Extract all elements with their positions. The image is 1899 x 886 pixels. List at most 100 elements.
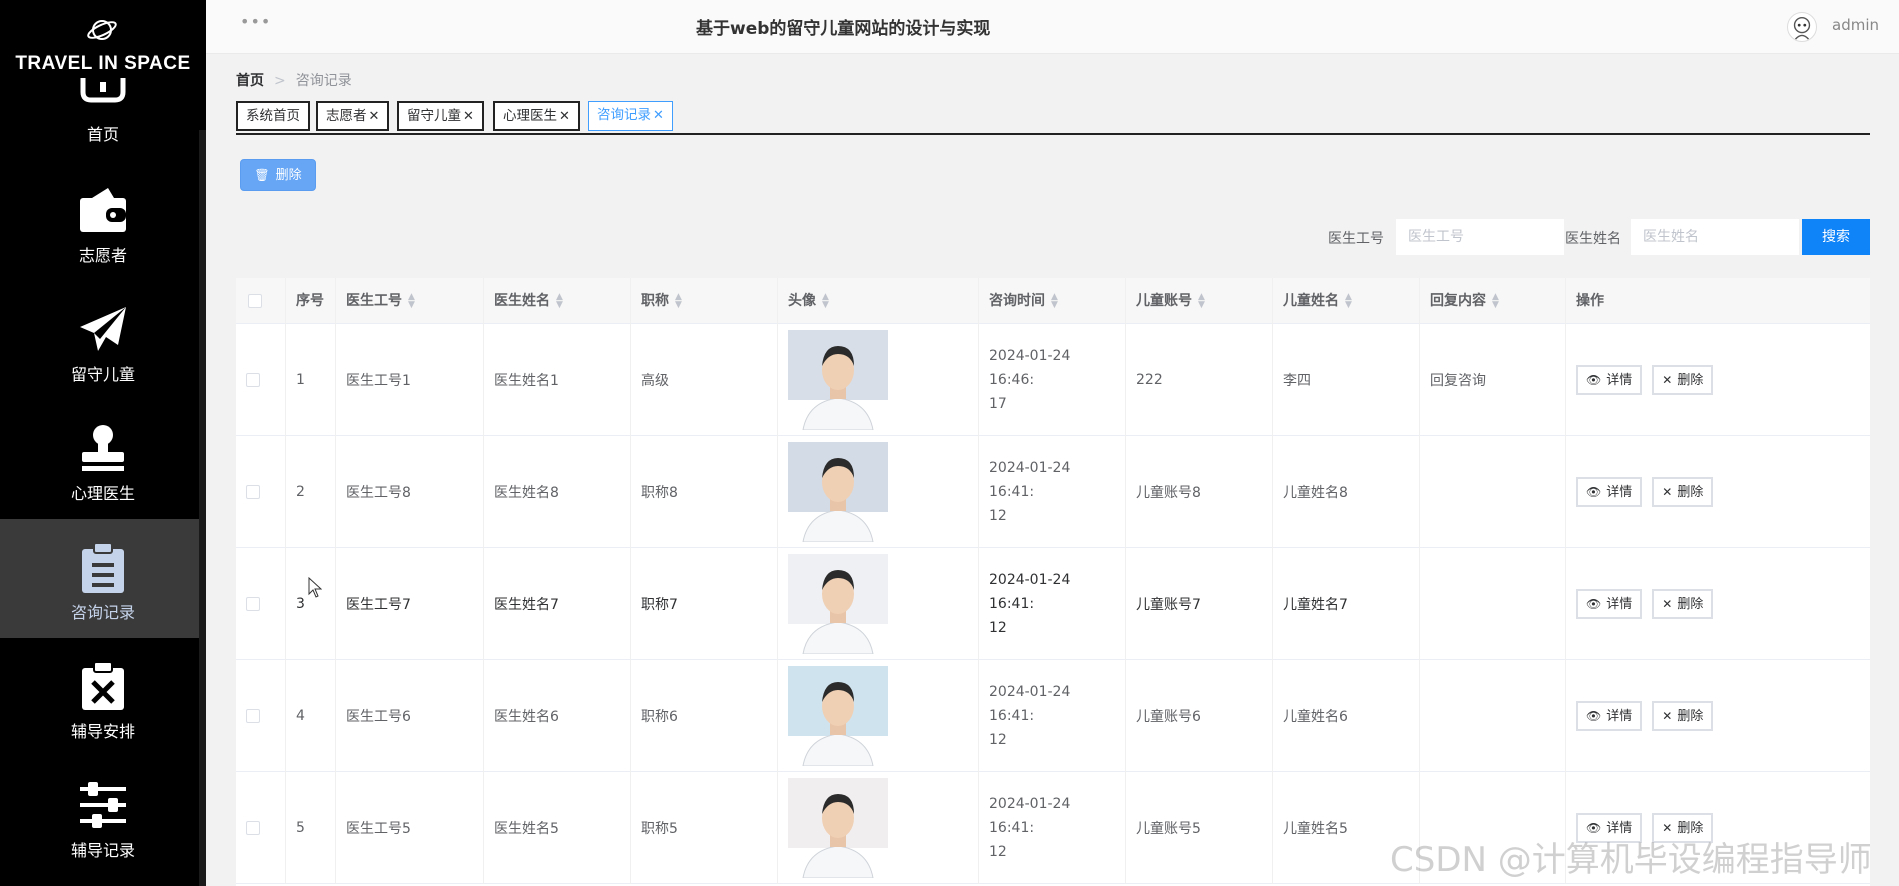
- select-all-checkbox[interactable]: [236, 278, 286, 324]
- cell-reply: [1420, 660, 1566, 772]
- username[interactable]: admin: [1832, 16, 1879, 34]
- sidebar-item-tutor-schedule[interactable]: 辅导安排: [0, 654, 206, 773]
- doctor-id-label: 医生工号: [1328, 231, 1384, 247]
- detail-button[interactable]: 👁 详情: [1576, 477, 1643, 507]
- close-icon[interactable]: ✕: [559, 109, 570, 124]
- tab-label: 志愿者: [326, 108, 367, 124]
- cell-doctor-name: 医生姓名8: [484, 436, 631, 548]
- batch-delete-button[interactable]: 🗑 删除: [240, 159, 316, 191]
- tab-doctor[interactable]: 心理医生 ✕: [493, 101, 580, 131]
- column-header-avatar[interactable]: 头像 ▲ ▼: [778, 278, 979, 324]
- delete-label: 删除: [275, 168, 302, 183]
- checkbox[interactable]: [246, 485, 260, 499]
- tab-bar: 系统首页 志愿者 ✕ 留守儿童 ✕ 心理医生 ✕ 咨询记录 ✕: [236, 101, 1870, 135]
- column-header-child-account[interactable]: 儿童账号 ▲ ▼: [1126, 278, 1273, 324]
- delete-button[interactable]: ✕ 删除: [1652, 477, 1714, 507]
- column-header-doctor-id[interactable]: 医生工号 ▲ ▼: [336, 278, 484, 324]
- sidebar-item-label: 辅导记录: [70, 841, 135, 860]
- checkbox[interactable]: [246, 821, 260, 835]
- column-header-consult-time[interactable]: 咨询时间 ▲ ▼: [979, 278, 1126, 324]
- clipboard-x-icon: [82, 662, 124, 710]
- doctor-name-input[interactable]: [1631, 219, 1799, 255]
- sort-icon[interactable]: ▲ ▼: [556, 293, 563, 310]
- eye-icon: 👁: [1586, 709, 1602, 723]
- trash-icon: 🗑: [254, 168, 270, 182]
- breadcrumb-home[interactable]: 首页: [236, 73, 264, 89]
- clipboard-icon: [82, 543, 124, 593]
- cell-doctor-id: 医生工号6: [336, 660, 484, 772]
- sidebar-item-home[interactable]: 首页: [0, 72, 206, 191]
- sidebar-scrollbar[interactable]: [199, 130, 206, 886]
- checkbox[interactable]: [246, 373, 260, 387]
- tab-children[interactable]: 留守儿童 ✕: [397, 101, 484, 131]
- sort-icon[interactable]: ▲ ▼: [1492, 293, 1499, 310]
- row-checkbox[interactable]: [236, 324, 286, 436]
- doctor-name-label: 医生姓名: [1565, 231, 1621, 247]
- sort-icon[interactable]: ▲ ▼: [408, 293, 415, 310]
- more-icon[interactable]: •••: [240, 12, 271, 31]
- checkbox[interactable]: [246, 709, 260, 723]
- cell-title: 职称7: [631, 548, 778, 660]
- doctor-photo: [788, 330, 888, 430]
- cell-doctor-name: 医生姓名7: [484, 548, 631, 660]
- cell-child-name: 儿童姓名8: [1273, 436, 1420, 548]
- cell-actions: 👁 详情 ✕ 删除: [1566, 436, 1870, 548]
- cell-actions: 👁 详情 ✕ 删除: [1566, 660, 1870, 772]
- cell-index: 4: [286, 660, 336, 772]
- sidebar-item-label: 咨询记录: [70, 603, 135, 622]
- eye-icon: 👁: [1586, 373, 1602, 387]
- column-header-doctor-name[interactable]: 医生姓名 ▲ ▼: [484, 278, 631, 324]
- avatar[interactable]: [1787, 12, 1817, 42]
- detail-button[interactable]: 👁 详情: [1576, 701, 1643, 731]
- column-header-reply[interactable]: 回复内容 ▲ ▼: [1420, 278, 1566, 324]
- search-button[interactable]: 搜索: [1802, 219, 1870, 255]
- sort-icon[interactable]: ▲ ▼: [675, 293, 682, 310]
- cell-doctor-id: 医生工号7: [336, 548, 484, 660]
- sort-icon[interactable]: ▲ ▼: [1051, 293, 1058, 310]
- close-icon[interactable]: ✕: [653, 108, 664, 123]
- delete-button[interactable]: ✕ 删除: [1652, 365, 1714, 395]
- detail-button[interactable]: 👁 详情: [1576, 589, 1643, 619]
- cell-actions: 👁 详情 ✕ 删除: [1566, 324, 1870, 436]
- detail-button[interactable]: 👁 详情: [1576, 365, 1643, 395]
- sidebar-item-children[interactable]: 留守儿童: [0, 297, 206, 416]
- row-checkbox[interactable]: [236, 660, 286, 772]
- doctor-id-input[interactable]: [1396, 219, 1564, 255]
- tab-volunteer[interactable]: 志愿者 ✕: [316, 101, 390, 131]
- sort-icon[interactable]: ▲ ▼: [1345, 293, 1352, 310]
- column-header-title[interactable]: 职称 ▲ ▼: [631, 278, 778, 324]
- delete-button[interactable]: ✕ 删除: [1652, 589, 1714, 619]
- delete-button[interactable]: ✕ 删除: [1652, 701, 1714, 731]
- cell-title: 高级: [631, 324, 778, 436]
- table-row: 2 医生工号8 医生姓名8 职称8 2024-01-24 16:41: 12 儿童账号8 儿童…: [236, 436, 1870, 548]
- sort-icon[interactable]: ▲ ▼: [822, 293, 829, 310]
- cell-title: 职称8: [631, 436, 778, 548]
- row-checkbox[interactable]: [236, 772, 286, 884]
- cell-doctor-name: 医生姓名6: [484, 660, 631, 772]
- sidebar-item-volunteer[interactable]: 志愿者: [0, 178, 206, 297]
- checkbox[interactable]: [246, 597, 260, 611]
- cell-child-name: 儿童姓名7: [1273, 548, 1420, 660]
- column-header-index: 序号: [286, 278, 336, 324]
- sidebar-item-consult-records[interactable]: 咨询记录: [0, 519, 206, 638]
- tab-system-home[interactable]: 系统首页: [236, 101, 310, 131]
- tab-consult-records[interactable]: 咨询记录 ✕: [588, 101, 673, 131]
- stamp-icon: [82, 425, 124, 471]
- row-checkbox[interactable]: [236, 548, 286, 660]
- close-icon[interactable]: ✕: [369, 109, 380, 124]
- column-header-actions: 操作: [1576, 293, 1604, 309]
- cell-actions: 👁 详情 ✕ 删除: [1566, 548, 1870, 660]
- row-checkbox[interactable]: [236, 436, 286, 548]
- data-table: 序号 医生工号 ▲ ▼ 医生姓名 ▲ ▼ 职称 ▲ ▼ 头像 ▲ ▼ 咨询时间 ▲ ▼ 儿童账号 ▲ ▼…: [236, 278, 1870, 886]
- table-row: 1 医生工号1 医生姓名1 高级 2024-01-24 16:46: 17 222 李四 回复咨…: [236, 324, 1870, 436]
- sidebar-item-doctor[interactable]: 心理医生: [0, 416, 206, 535]
- topbar: ••• 基于web的留守儿童网站的设计与实现 admin: [206, 0, 1899, 54]
- cell-consult-time: 2024-01-24 16:41: 12: [979, 660, 1126, 772]
- cell-consult-time: 2024-01-24 16:41: 12: [979, 548, 1126, 660]
- sidebar-item-tutor-records[interactable]: 辅导记录: [0, 773, 206, 886]
- column-header-child-name[interactable]: 儿童姓名 ▲ ▼: [1273, 278, 1420, 324]
- close-icon[interactable]: ✕: [463, 109, 474, 124]
- table-header: 序号 医生工号 ▲ ▼ 医生姓名 ▲ ▼ 职称 ▲ ▼ 头像 ▲ ▼ 咨询时间 ▲ ▼ 儿童账号 ▲ ▼…: [236, 278, 1870, 324]
- cell-child-name: 儿童姓名6: [1273, 660, 1420, 772]
- sort-icon[interactable]: ▲ ▼: [1198, 293, 1205, 310]
